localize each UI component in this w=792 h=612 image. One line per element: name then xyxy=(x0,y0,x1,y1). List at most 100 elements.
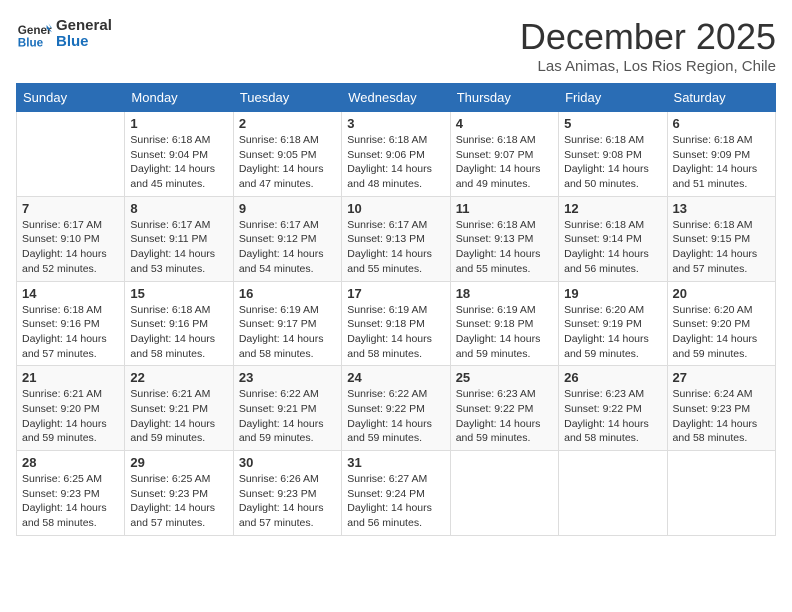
day-number: 25 xyxy=(456,370,553,385)
day-info: Sunrise: 6:19 AMSunset: 9:17 PMDaylight:… xyxy=(239,303,336,362)
svg-text:Blue: Blue xyxy=(18,37,44,50)
day-number: 17 xyxy=(347,286,444,301)
day-number: 10 xyxy=(347,201,444,216)
day-info: Sunrise: 6:18 AMSunset: 9:09 PMDaylight:… xyxy=(673,133,770,192)
day-info: Sunrise: 6:20 AMSunset: 9:19 PMDaylight:… xyxy=(564,303,661,362)
day-cell: 29 Sunrise: 6:25 AMSunset: 9:23 PMDayligh… xyxy=(125,451,233,536)
day-cell: 22 Sunrise: 6:21 AMSunset: 9:21 PMDayligh… xyxy=(125,366,233,451)
day-number: 12 xyxy=(564,201,661,216)
logo: General Blue General Blue xyxy=(16,16,112,52)
day-number: 13 xyxy=(673,201,770,216)
day-cell: 27Sunrise: 6:24 AMSunset: 9:23 PMDayligh… xyxy=(667,366,775,451)
logo-general: General xyxy=(56,18,112,35)
day-cell xyxy=(667,451,775,536)
header-thursday: Thursday xyxy=(450,84,558,112)
header-sunday: Sunday xyxy=(17,84,125,112)
day-number: 9 xyxy=(239,201,336,216)
day-cell: 12 Sunrise: 6:18 AMSunset: 9:14 PMDayligh… xyxy=(559,196,667,281)
day-info: Sunrise: 6:22 AMSunset: 9:21 PMDaylight:… xyxy=(239,387,336,446)
day-info: Sunrise: 6:18 AMSunset: 9:05 PMDaylight:… xyxy=(239,133,336,192)
day-info: Sunrise: 6:21 AMSunset: 9:20 PMDaylight:… xyxy=(22,387,119,446)
calendar-header-row: SundayMondayTuesdayWednesdayThursdayFrid… xyxy=(17,84,776,112)
day-cell: 3 Sunrise: 6:18 AMSunset: 9:06 PMDaylight… xyxy=(342,112,450,197)
day-info: Sunrise: 6:18 AMSunset: 9:16 PMDaylight:… xyxy=(130,303,227,362)
day-number: 16 xyxy=(239,286,336,301)
day-number: 27 xyxy=(673,370,770,385)
day-number: 1 xyxy=(130,116,227,131)
day-cell: 4 Sunrise: 6:18 AMSunset: 9:07 PMDaylight… xyxy=(450,112,558,197)
day-info: Sunrise: 6:25 AMSunset: 9:23 PMDaylight:… xyxy=(22,472,119,531)
day-cell: 19Sunrise: 6:20 AMSunset: 9:19 PMDayligh… xyxy=(559,281,667,366)
day-number: 7 xyxy=(22,201,119,216)
day-info: Sunrise: 6:18 AMSunset: 9:08 PMDaylight:… xyxy=(564,133,661,192)
day-info: Sunrise: 6:23 AMSunset: 9:22 PMDaylight:… xyxy=(564,387,661,446)
day-info: Sunrise: 6:18 AMSunset: 9:04 PMDaylight:… xyxy=(130,133,227,192)
title-block: December 2025 Las Animas, Los Rios Regio… xyxy=(520,16,776,75)
day-number: 3 xyxy=(347,116,444,131)
day-cell: 26 Sunrise: 6:23 AMSunset: 9:22 PMDayligh… xyxy=(559,366,667,451)
header-friday: Friday xyxy=(559,84,667,112)
day-cell: 31Sunrise: 6:27 AMSunset: 9:24 PMDayligh… xyxy=(342,451,450,536)
header-tuesday: Tuesday xyxy=(233,84,341,112)
day-cell: 21 Sunrise: 6:21 AMSunset: 9:20 PMDayligh… xyxy=(17,366,125,451)
header-saturday: Saturday xyxy=(667,84,775,112)
day-number: 11 xyxy=(456,201,553,216)
day-number: 4 xyxy=(456,116,553,131)
day-cell: 28 Sunrise: 6:25 AMSunset: 9:23 PMDayligh… xyxy=(17,451,125,536)
day-number: 22 xyxy=(130,370,227,385)
logo-icon: General Blue xyxy=(16,16,52,52)
day-number: 18 xyxy=(456,286,553,301)
day-info: Sunrise: 6:19 AMSunset: 9:18 PMDaylight:… xyxy=(456,303,553,362)
header: General Blue General Blue December 2025 … xyxy=(16,16,776,75)
day-cell: 14 Sunrise: 6:18 AMSunset: 9:16 PMDayligh… xyxy=(17,281,125,366)
day-info: Sunrise: 6:20 AMSunset: 9:20 PMDaylight:… xyxy=(673,303,770,362)
day-number: 24 xyxy=(347,370,444,385)
week-row-2: 14 Sunrise: 6:18 AMSunset: 9:16 PMDayligh… xyxy=(17,281,776,366)
day-number: 23 xyxy=(239,370,336,385)
day-info: Sunrise: 6:23 AMSunset: 9:22 PMDaylight:… xyxy=(456,387,553,446)
day-info: Sunrise: 6:17 AMSunset: 9:10 PMDaylight:… xyxy=(22,218,119,277)
calendar-body: 1 Sunrise: 6:18 AMSunset: 9:04 PMDaylight… xyxy=(17,112,776,536)
day-info: Sunrise: 6:18 AMSunset: 9:15 PMDaylight:… xyxy=(673,218,770,277)
day-cell: 6 Sunrise: 6:18 AMSunset: 9:09 PMDaylight… xyxy=(667,112,775,197)
day-cell xyxy=(450,451,558,536)
week-row-0: 1 Sunrise: 6:18 AMSunset: 9:04 PMDaylight… xyxy=(17,112,776,197)
day-cell: 18 Sunrise: 6:19 AMSunset: 9:18 PMDayligh… xyxy=(450,281,558,366)
week-row-4: 28 Sunrise: 6:25 AMSunset: 9:23 PMDayligh… xyxy=(17,451,776,536)
day-number: 30 xyxy=(239,455,336,470)
header-monday: Monday xyxy=(125,84,233,112)
day-number: 2 xyxy=(239,116,336,131)
day-info: Sunrise: 6:17 AMSunset: 9:13 PMDaylight:… xyxy=(347,218,444,277)
day-info: Sunrise: 6:19 AMSunset: 9:18 PMDaylight:… xyxy=(347,303,444,362)
day-info: Sunrise: 6:25 AMSunset: 9:23 PMDaylight:… xyxy=(130,472,227,531)
day-cell: 30 Sunrise: 6:26 AMSunset: 9:23 PMDayligh… xyxy=(233,451,341,536)
day-number: 26 xyxy=(564,370,661,385)
day-number: 5 xyxy=(564,116,661,131)
day-number: 14 xyxy=(22,286,119,301)
day-info: Sunrise: 6:18 AMSunset: 9:07 PMDaylight:… xyxy=(456,133,553,192)
day-number: 29 xyxy=(130,455,227,470)
day-info: Sunrise: 6:18 AMSunset: 9:16 PMDaylight:… xyxy=(22,303,119,362)
location-subtitle: Las Animas, Los Rios Region, Chile xyxy=(520,58,776,75)
day-info: Sunrise: 6:21 AMSunset: 9:21 PMDaylight:… xyxy=(130,387,227,446)
day-info: Sunrise: 6:18 AMSunset: 9:06 PMDaylight:… xyxy=(347,133,444,192)
day-info: Sunrise: 6:18 AMSunset: 9:14 PMDaylight:… xyxy=(564,218,661,277)
day-info: Sunrise: 6:26 AMSunset: 9:23 PMDaylight:… xyxy=(239,472,336,531)
day-number: 28 xyxy=(22,455,119,470)
day-number: 31 xyxy=(347,455,444,470)
month-title: December 2025 xyxy=(520,16,776,58)
header-wednesday: Wednesday xyxy=(342,84,450,112)
day-info: Sunrise: 6:22 AMSunset: 9:22 PMDaylight:… xyxy=(347,387,444,446)
day-info: Sunrise: 6:17 AMSunset: 9:12 PMDaylight:… xyxy=(239,218,336,277)
day-info: Sunrise: 6:17 AMSunset: 9:11 PMDaylight:… xyxy=(130,218,227,277)
day-cell: 5 Sunrise: 6:18 AMSunset: 9:08 PMDaylight… xyxy=(559,112,667,197)
logo-blue: Blue xyxy=(56,34,112,51)
day-cell: 9 Sunrise: 6:17 AMSunset: 9:12 PMDaylight… xyxy=(233,196,341,281)
day-info: Sunrise: 6:18 AMSunset: 9:13 PMDaylight:… xyxy=(456,218,553,277)
day-cell: 16 Sunrise: 6:19 AMSunset: 9:17 PMDayligh… xyxy=(233,281,341,366)
week-row-1: 7 Sunrise: 6:17 AMSunset: 9:10 PMDaylight… xyxy=(17,196,776,281)
day-cell: 2 Sunrise: 6:18 AMSunset: 9:05 PMDaylight… xyxy=(233,112,341,197)
day-number: 21 xyxy=(22,370,119,385)
day-number: 6 xyxy=(673,116,770,131)
day-cell: 7 Sunrise: 6:17 AMSunset: 9:10 PMDaylight… xyxy=(17,196,125,281)
